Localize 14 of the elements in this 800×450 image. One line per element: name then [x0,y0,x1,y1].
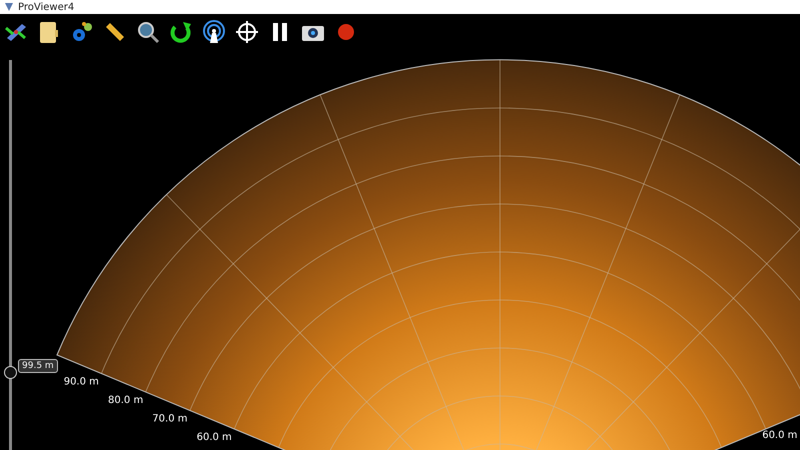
range-label: 60.0 m [196,432,232,443]
search-icon[interactable] [136,20,160,44]
range-reading: 99.5 m [18,359,58,373]
range-label: 60.0 m [762,430,798,441]
range-label: 80.0 m [108,395,144,406]
slider-thumb[interactable] [4,366,17,379]
refresh-icon[interactable] [169,20,193,44]
crosshair-icon[interactable] [235,20,259,44]
antenna-icon[interactable] [202,20,226,44]
folder-icon[interactable] [37,20,61,44]
range-label: 70.0 m [152,414,188,424]
window-title: ProViewer4 [18,2,74,12]
range-label: 90.0 m [64,376,99,388]
app-logo-icon [4,2,14,12]
